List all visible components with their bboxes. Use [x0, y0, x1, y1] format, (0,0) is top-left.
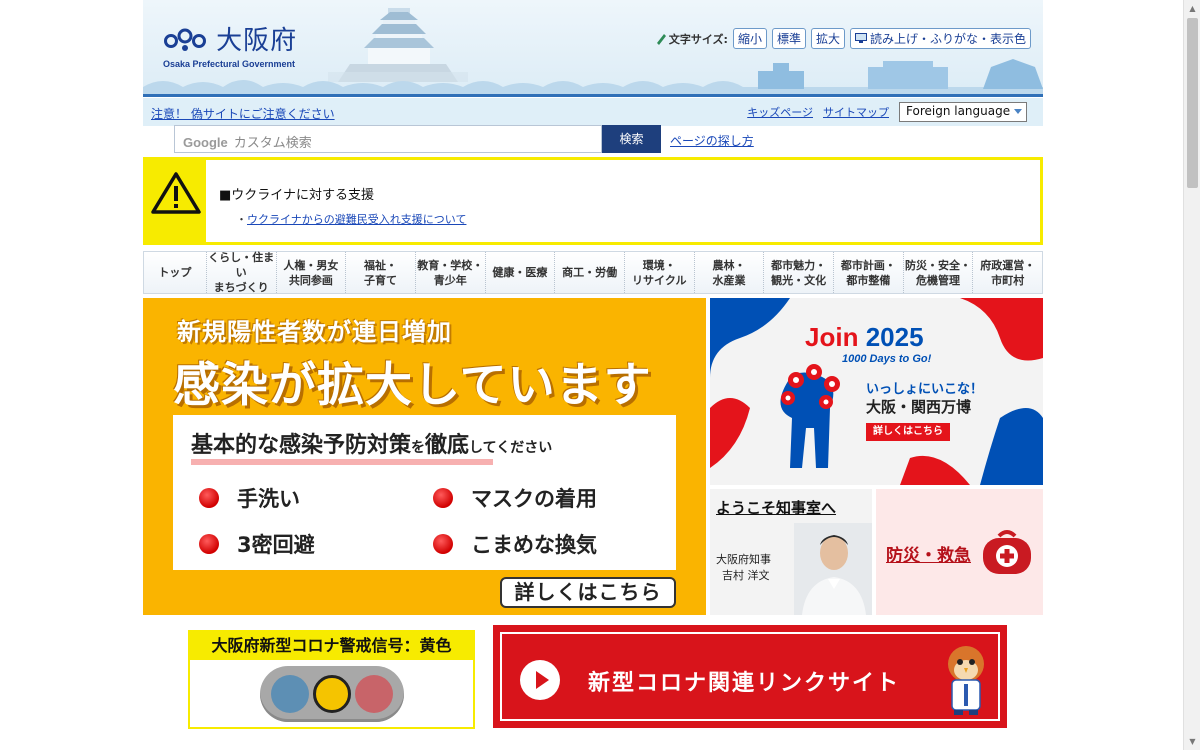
- emergency-bag-icon: [983, 530, 1031, 574]
- scroll-up-icon[interactable]: ▲: [1184, 0, 1200, 17]
- nav-item-agriculture[interactable]: 農林・ 水産業: [695, 252, 765, 293]
- nav-item-environment[interactable]: 環境・ リサイクル: [625, 252, 695, 293]
- prevention-heading: 基本的な感染予防対策を徹底してください: [191, 433, 553, 458]
- red-dot-icon: [433, 534, 453, 554]
- covid-details-button[interactable]: 詳しくはこちら: [500, 577, 676, 608]
- nav-item-education[interactable]: 教育・学校・ 青少年: [416, 252, 486, 293]
- nav-item-top[interactable]: トップ: [144, 252, 207, 293]
- banner-subtitle: 新規陽性者数が連日増加: [177, 318, 452, 346]
- notice-title: ■ウクライナに対する支援: [219, 188, 375, 203]
- expo-name: 大阪・関西万博: [866, 398, 972, 416]
- site-header: 大阪府 Osaka Prefectural Government 文字サイズ: …: [143, 0, 1043, 97]
- nav-item-administration[interactable]: 府政運営・ 市町村: [973, 252, 1042, 293]
- font-size-label: 文字サイズ:: [668, 32, 728, 46]
- sitemap-link[interactable]: サイトマップ: [823, 104, 889, 120]
- monitor-icon: [854, 33, 867, 43]
- corona-links-banner[interactable]: 新型コロナ関連リンクサイト: [493, 625, 1007, 728]
- measure-item: 手洗い: [199, 483, 300, 513]
- refugee-support-link-text: ウクライナからの避難民受入れ支援について: [247, 213, 467, 226]
- font-size-enlarge-button[interactable]: 拡大: [810, 28, 845, 49]
- expo-2025-banner[interactable]: Join 2025 1000 Days to Go! いっしょにいこな！ 大阪・…: [710, 298, 1043, 485]
- warning-icon: [151, 172, 201, 214]
- alert-signal-title: 大阪府新型コロナ警戒信号：黄色: [190, 632, 473, 660]
- vertical-scrollbar[interactable]: ▲ ▼: [1183, 0, 1200, 750]
- category-nav: トップ くらし・住まい まちづくり 人権・男女 共同参画 福祉・ 子育て 教育・学校・…: [143, 251, 1043, 294]
- pencil-icon: [656, 33, 666, 45]
- covid-alert-signal[interactable]: 大阪府新型コロナ警戒信号：黄色: [188, 630, 475, 729]
- measure-item: 3密回避: [199, 529, 315, 559]
- nav-item-human-rights[interactable]: 人権・男女 共同参画: [277, 252, 347, 293]
- search-bar: Google カスタム検索 検索 ページの探し方: [143, 124, 1043, 156]
- osaka-emblem-icon: [164, 28, 206, 51]
- red-light: [355, 675, 393, 713]
- corona-links-label: 新型コロナ関連リンクサイト: [588, 671, 901, 696]
- governor-role: 大阪府知事: [716, 553, 771, 566]
- blue-light: [271, 675, 309, 713]
- ukraine-support-notice: ■ウクライナに対する支援 ・ウクライナからの避難民受入れ支援について: [143, 157, 1043, 245]
- nav-item-disaster-prevention[interactable]: 防災・安全・ 危機管理: [904, 252, 974, 293]
- expo-days-text: 1000 Days to Go!: [842, 353, 932, 365]
- nav-item-tourism[interactable]: 都市魅力・ 観光・文化: [764, 252, 834, 293]
- utility-bar: 注意！ 偽サイトにご注意ください キッズページ サイトマップ Foreign l…: [143, 98, 1043, 126]
- chevron-down-icon: [1014, 109, 1022, 114]
- google-label: Google: [183, 135, 228, 150]
- mozuyan-mascot-icon: [948, 646, 984, 715]
- read-aloud-label: 読み上げ・ふりがな・表示色: [869, 32, 1026, 46]
- governor-office-link[interactable]: ようこそ知事室へ: [716, 497, 836, 518]
- covid-infection-banner[interactable]: 新規陽性者数が連日増加 感染が拡大しています 基本的な感染予防対策を徹底してくだ…: [143, 298, 706, 615]
- heading-underline: [191, 459, 493, 465]
- refugee-support-link[interactable]: ・ウクライナからの避難民受入れ支援について: [236, 211, 466, 227]
- traffic-light-icon: [260, 666, 404, 722]
- language-select-value: Foreign language: [906, 104, 1011, 118]
- fake-site-warning-link[interactable]: 注意！ 偽サイトにご注意ください: [151, 105, 335, 122]
- city-skyline-illustration: [143, 59, 1043, 97]
- banner-title: 感染が拡大しています: [173, 358, 652, 413]
- governor-photo: [794, 523, 872, 615]
- how-to-find-pages-link[interactable]: ページの探し方: [670, 132, 754, 149]
- link-bullet: ・: [236, 213, 247, 226]
- play-icon: [520, 660, 560, 700]
- governor-office-card[interactable]: ようこそ知事室へ 大阪府知事 吉村 洋文: [710, 489, 872, 615]
- disaster-emergency-card[interactable]: 防災・救急: [876, 489, 1043, 615]
- measure-item: マスクの着用: [433, 483, 597, 513]
- logo-title: 大阪府: [216, 26, 298, 56]
- search-placeholder: カスタム検索: [233, 136, 312, 151]
- read-aloud-button[interactable]: 読み上げ・ふりがな・表示色: [849, 28, 1031, 49]
- font-size-standard-button[interactable]: 標準: [771, 28, 806, 49]
- red-dot-icon: [199, 488, 219, 508]
- utility-links: キッズページ サイトマップ Foreign language: [747, 102, 1027, 122]
- expo-join-text: Join 2025: [805, 322, 924, 352]
- expo-details-button[interactable]: 詳しくはこちら: [866, 423, 950, 441]
- font-size-controls: 文字サイズ: 縮小 標準 拡大 読み上げ・ふりがな・表示色: [656, 28, 1031, 49]
- font-size-shrink-button[interactable]: 縮小: [732, 28, 767, 49]
- yellow-light: [313, 675, 351, 713]
- scroll-down-icon[interactable]: ▼: [1184, 733, 1200, 750]
- nav-item-living[interactable]: くらし・住まい まちづくり: [207, 251, 277, 294]
- disaster-emergency-link[interactable]: 防災・救急: [886, 541, 971, 566]
- governor-name: 吉村 洋文: [722, 569, 770, 582]
- search-input[interactable]: Google カスタム検索: [174, 125, 602, 153]
- kids-page-link[interactable]: キッズページ: [747, 104, 813, 120]
- red-dot-icon: [199, 534, 219, 554]
- red-dot-icon: [433, 488, 453, 508]
- header-divider: [143, 94, 1043, 97]
- search-button[interactable]: 検索: [602, 125, 661, 153]
- prevention-panel: 基本的な感染予防対策を徹底してください 手洗い マスクの着用 3密回避 こまめな…: [173, 415, 676, 570]
- foreign-language-select[interactable]: Foreign language: [899, 102, 1027, 122]
- myaku-myaku-mascot-icon: [780, 364, 840, 468]
- nav-item-urban-planning[interactable]: 都市計画・ 都市整備: [834, 252, 904, 293]
- page: 大阪府 Osaka Prefectural Government 文字サイズ: …: [143, 0, 1043, 750]
- nav-item-health[interactable]: 健康・医療: [486, 252, 556, 293]
- measure-item: こまめな換気: [433, 529, 597, 559]
- nav-item-commerce[interactable]: 商工・労働: [555, 252, 625, 293]
- expo-slogan: いっしょにいこな！: [866, 382, 984, 397]
- nav-item-welfare[interactable]: 福祉・ 子育て: [346, 252, 416, 293]
- scrollbar-thumb[interactable]: [1187, 18, 1198, 188]
